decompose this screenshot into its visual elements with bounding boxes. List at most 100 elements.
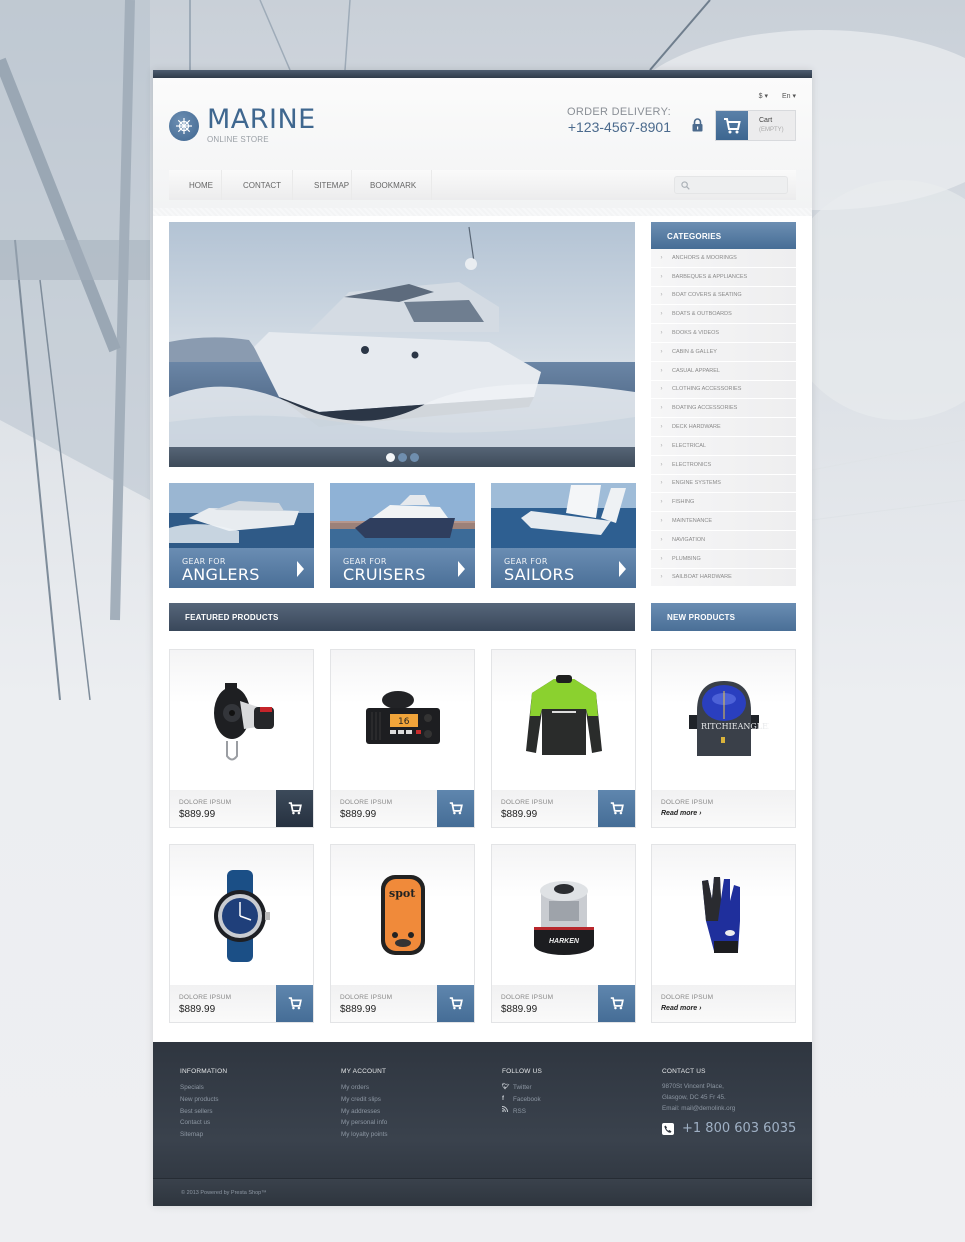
category-label: ANCHORS & MOORINGS: [672, 254, 737, 261]
add-to-cart-button[interactable]: [276, 985, 313, 1022]
product-name: DOLORE IPSUM: [661, 994, 714, 1001]
category-item[interactable]: › BOAT COVERS & SEATING: [651, 286, 796, 306]
category-item[interactable]: › CABIN & GALLEY: [651, 342, 796, 362]
lock-icon[interactable]: [692, 118, 703, 137]
store-logo[interactable]: MARINE ONLINE STORE: [169, 105, 316, 144]
category-item[interactable]: › FISHING: [651, 493, 796, 513]
product-image-spot-gps-messenger: spot: [331, 845, 474, 986]
cart-icon: [288, 802, 302, 815]
footer-link-personal-info[interactable]: My personal info: [341, 1117, 388, 1129]
category-item[interactable]: › BOATING ACCESSORIES: [651, 399, 796, 419]
footer-account-title: MY ACCOUNT: [341, 1068, 387, 1075]
category-item[interactable]: › MAINTENANCE: [651, 512, 796, 531]
product-card[interactable]: DOLORE IPSUM Read more ›: [651, 844, 796, 1023]
add-to-cart-button[interactable]: [598, 985, 635, 1022]
cart-label: Cart: [759, 117, 773, 124]
footer-link-facebook[interactable]: f Facebook: [502, 1094, 542, 1106]
footer-link-new-products[interactable]: New products: [180, 1094, 227, 1106]
category-label: DECK HARDWARE: [672, 424, 721, 431]
nav-bookmark[interactable]: BOOKMARK: [352, 170, 432, 200]
banner-cruisers-image: [330, 483, 475, 548]
footer-link-contact-us[interactable]: Contact us: [180, 1117, 227, 1129]
category-item[interactable]: › ANCHORS & MOORINGS: [651, 249, 796, 268]
category-item[interactable]: › SAILBOAT HARDWARE: [651, 568, 796, 588]
footer-link-addresses[interactable]: My addresses: [341, 1106, 388, 1118]
categories-list: › ANCHORS & MOORINGS › BARBEQUES & APPLIANC…: [651, 249, 796, 588]
banner-anglers-title: ANGLERS: [182, 565, 260, 584]
product-card[interactable]: DOLORE IPSUM $889.99: [491, 649, 636, 828]
logo-title: MARINE: [207, 104, 316, 135]
category-label: CABIN & GALLEY: [672, 348, 717, 355]
slider-dot-3[interactable]: [409, 452, 419, 462]
footer-information-title: INFORMATION: [180, 1068, 228, 1075]
footer-link-specials[interactable]: Specials: [180, 1082, 227, 1094]
hero-slider[interactable]: [169, 222, 635, 467]
add-to-cart-button[interactable]: [276, 790, 313, 827]
order-delivery: ORDER DELIVERY: +123-4567-8901: [567, 106, 671, 135]
category-item[interactable]: › ELECTRONICS: [651, 455, 796, 475]
footer-link-twitter[interactable]: 🐦︎ Twitter: [502, 1082, 542, 1094]
category-item[interactable]: › ELECTRICAL: [651, 436, 796, 456]
chevron-right-icon: ›: [660, 536, 663, 543]
footer-link-rss[interactable]: RSS: [501, 1105, 542, 1118]
chevron-right-icon: ›: [660, 273, 663, 280]
nav-contact[interactable]: CONTACT: [222, 170, 293, 200]
banner-sailors-title: SAILORS: [504, 565, 575, 584]
chevron-right-icon: ›: [660, 386, 663, 393]
product-card[interactable]: 16 DOLORE IPSUM $889.99: [330, 649, 475, 828]
category-item[interactable]: › ENGINE SYSTEMS: [651, 474, 796, 494]
product-name: DOLORE IPSUM: [501, 799, 554, 806]
store-page: $ ▾ En ▾ MARINE ONLINE STORE ORDER DELIV…: [153, 70, 812, 1206]
currency-selector[interactable]: $ ▾: [759, 92, 768, 100]
category-item[interactable]: › PLUMBING: [651, 549, 796, 569]
category-item[interactable]: › NAVIGATION: [651, 530, 796, 550]
contact-email[interactable]: Email: mail@demolink.org: [662, 1104, 796, 1115]
new-products-title: NEW PRODUCTS: [651, 603, 796, 631]
footer-link-sitemap[interactable]: Sitemap: [180, 1129, 227, 1141]
read-more-link[interactable]: Read more ›: [661, 810, 701, 817]
locale-switchers: $ ▾ En ▾: [759, 92, 796, 100]
footer-link-best-sellers[interactable]: Best sellers: [180, 1106, 227, 1118]
category-item[interactable]: › BOOKS & VIDEOS: [651, 324, 796, 343]
language-selector[interactable]: En ▾: [782, 92, 796, 100]
banner-sailors[interactable]: GEAR FOR SAILORS: [491, 483, 636, 588]
search-input[interactable]: [694, 180, 787, 190]
slider-dot-1[interactable]: [385, 452, 395, 462]
footer-link-my-orders[interactable]: My orders: [341, 1082, 388, 1094]
slider-dot-2[interactable]: [397, 452, 407, 462]
chevron-right-icon: ›: [660, 311, 663, 318]
arrow-right-icon: [619, 561, 626, 577]
footer-link-loyalty-points[interactable]: My loyalty points: [341, 1129, 388, 1141]
nav-sitemap[interactable]: SITEMAP: [293, 170, 352, 200]
product-image-dive-watch: [170, 845, 313, 986]
product-price: $889.99: [340, 809, 377, 820]
add-to-cart-button[interactable]: [437, 985, 474, 1022]
header-divider: [153, 208, 812, 216]
category-item[interactable]: › CLOTHING ACCESSORIES: [651, 380, 796, 400]
add-to-cart-button[interactable]: [598, 790, 635, 827]
banner-cruisers[interactable]: GEAR FOR CRUISERS: [330, 483, 475, 588]
footer-information: INFORMATION Specials New products Best s…: [180, 1068, 227, 1141]
chevron-right-icon: ›: [660, 330, 663, 337]
product-card[interactable]: DOLORE IPSUM $889.99: [169, 649, 314, 828]
chevron-right-icon: ›: [660, 461, 663, 468]
add-to-cart-button[interactable]: [437, 790, 474, 827]
cart-widget[interactable]: Cart (EMPTY): [715, 110, 796, 141]
banner-anglers[interactable]: GEAR FOR ANGLERS: [169, 483, 314, 588]
category-item[interactable]: › CASUAL APPAREL: [651, 361, 796, 381]
read-more-link[interactable]: Read more ›: [661, 1005, 701, 1012]
nav-home[interactable]: HOME: [169, 170, 222, 200]
product-card[interactable]: RITCHIEANGLER DOLORE IPSUM Read more ›: [651, 649, 796, 828]
search-icon[interactable]: [681, 180, 690, 190]
category-item[interactable]: › DECK HARDWARE: [651, 418, 796, 437]
category-label: CLOTHING ACCESSORIES: [672, 386, 742, 393]
product-card[interactable]: spot DOLORE IPSUM $889.99: [330, 844, 475, 1023]
category-item[interactable]: › BOATS & OUTBOARDS: [651, 305, 796, 325]
product-card[interactable]: DOLORE IPSUM $889.99: [169, 844, 314, 1023]
product-card[interactable]: HARKEN DOLORE IPSUM $889.99: [491, 844, 636, 1023]
product-name: DOLORE IPSUM: [340, 799, 393, 806]
footer-link-credit-slips[interactable]: My credit slips: [341, 1094, 388, 1106]
categories-title: CATEGORIES: [651, 222, 796, 249]
categories-block: CATEGORIES › ANCHORS & MOORINGS › BARBEQUES…: [651, 222, 796, 588]
category-item[interactable]: › BARBEQUES & APPLIANCES: [651, 267, 796, 287]
